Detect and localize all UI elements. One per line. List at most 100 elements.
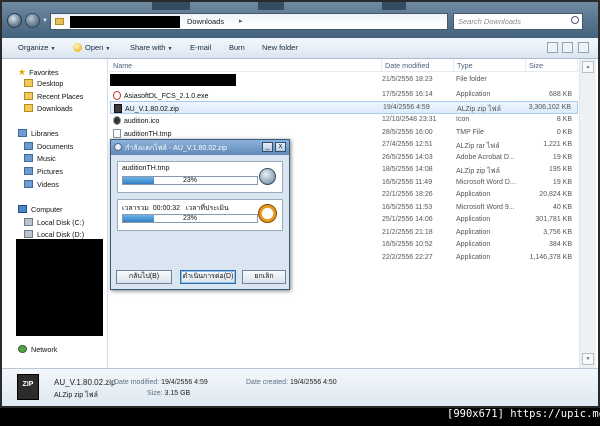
organize-button[interactable]: Organize ▼ — [18, 43, 55, 52]
row-type: Application — [456, 216, 491, 223]
column-header-date-label: Date modified — [385, 61, 430, 70]
navigation-pane: ★ Favorites Desktop Recent Places Downloa… — [2, 59, 108, 368]
column-header-size-label: Size — [529, 61, 543, 70]
nav-local-disk-c-label: Local Disk (C:) — [37, 218, 85, 227]
row-type: TMP File — [456, 128, 484, 136]
nav-network[interactable]: Network — [18, 345, 57, 354]
details-size: Size: 3.15 GB — [147, 390, 190, 397]
row-type: Microsoft Word 9... — [456, 203, 515, 211]
row-size: 301,781 KB — [535, 216, 572, 223]
vertical-scrollbar[interactable]: ▲ ▼ — [579, 59, 596, 368]
nav-music[interactable]: Music — [24, 154, 56, 163]
row-type: Application — [456, 253, 491, 261]
details-pane: ZIP AU_V.1.80.02.zip ALZip zip ไฟล์ Date… — [2, 368, 598, 406]
column-header-type[interactable]: Type — [454, 59, 526, 71]
row-type: Application — [456, 90, 491, 98]
row-type: Application — [456, 241, 491, 248]
nav-music-label: Music — [37, 154, 56, 163]
nav-desktop[interactable]: Desktop — [24, 79, 63, 88]
table-row[interactable]: auditionTH.tmp 28/5/2556 16:00 TMP File … — [110, 127, 578, 140]
zip-file-icon — [114, 104, 122, 113]
row-date: 16/5/2556 11:53 — [382, 203, 433, 211]
forward-button[interactable] — [25, 13, 40, 28]
preview-pane-icon[interactable] — [562, 42, 573, 53]
row-name: audition.ico — [113, 116, 159, 125]
music-icon — [24, 154, 33, 162]
organize-label: Organize — [18, 43, 49, 52]
row-size: 688 KB — [549, 90, 572, 98]
table-row[interactable]: audition.ico 12/10/2548 23:31 Icon 8 KB — [110, 114, 578, 127]
row-date: 19/4/2556 4:59 — [383, 104, 430, 111]
chevron-down-icon: ▼ — [105, 46, 111, 52]
address-path-box[interactable]: Downloads ▸ — [50, 13, 448, 30]
nav-network-label: Network — [31, 345, 58, 354]
column-header-date[interactable]: Date modified — [382, 59, 454, 71]
row-size: 384 KB — [549, 241, 572, 248]
back-dialog-button[interactable]: กลับไป(B) — [116, 270, 172, 284]
dialog-title-bar[interactable]: กำลังแตกไฟล์ - AU_V.1.80.02.zip _ x — [111, 140, 289, 155]
details-size-value: 3.15 GB — [164, 390, 191, 397]
breadcrumb-downloads[interactable]: Downloads — [187, 17, 224, 26]
scroll-up-icon[interactable]: ▲ — [582, 61, 594, 73]
details-created-label: Date created: — [246, 379, 289, 386]
nav-local-disk-c[interactable]: Local Disk (C:) — [24, 218, 84, 227]
row-size: 1,146,378 KB — [529, 253, 572, 261]
row-size: 20,824 KB — [539, 191, 572, 198]
table-row-selected[interactable]: AU_V.1.80.02.zip 19/4/2556 4:59 ALZip zi… — [110, 101, 578, 114]
cancel-button[interactable]: ยกเลิก — [242, 270, 286, 284]
close-button[interactable]: x — [275, 142, 286, 152]
row-size: 19 KB — [552, 153, 572, 161]
table-row[interactable]: AsiasoftDL_FCS_2.1.0.exe 17/5/2556 16:14… — [110, 89, 578, 102]
star-icon: ★ — [18, 67, 27, 77]
chevron-right-icon[interactable]: ▸ — [239, 17, 243, 25]
email-button[interactable]: E-mail — [190, 43, 211, 52]
path-redaction — [70, 16, 180, 28]
nav-videos[interactable]: Videos — [24, 180, 59, 189]
image-size-watermark: [990x671] https://upic.me/ — [447, 408, 600, 420]
total-progress-percent: 23% — [182, 215, 197, 222]
back-button[interactable] — [7, 13, 22, 28]
network-icon — [18, 345, 27, 353]
nav-local-disk-d[interactable]: Local Disk (D:) — [24, 230, 84, 239]
minimize-button[interactable]: _ — [262, 142, 273, 152]
search-input[interactable]: Search Downloads — [453, 13, 583, 30]
scroll-down-icon[interactable]: ▼ — [582, 353, 594, 365]
row-date: 21/2/2556 21:18 — [382, 228, 433, 236]
row-name: AsiasoftDL_FCS_2.1.0.exe — [113, 90, 208, 100]
view-options-icon[interactable] — [547, 42, 558, 53]
row-type: Microsoft Word D... — [456, 178, 516, 186]
nav-local-disk-d-label: Local Disk (D:) — [37, 230, 85, 239]
new-folder-button[interactable]: New folder — [262, 43, 298, 52]
nav-computer[interactable]: Computer — [18, 205, 63, 214]
row-date: 21/5/2556 18:23 — [382, 76, 433, 83]
row-date: 18/5/2556 14:08 — [382, 166, 433, 173]
help-icon[interactable] — [578, 42, 589, 53]
nav-pictures[interactable]: Pictures — [24, 167, 63, 176]
column-header-name[interactable]: Name — [110, 59, 382, 71]
nav-libraries[interactable]: Libraries — [18, 129, 59, 138]
remaining-label: เวลาที่ประเมิน — [185, 205, 229, 212]
recent-places-icon — [24, 92, 33, 100]
row-date: 27/4/2556 12:51 — [382, 141, 433, 148]
file-progress-bar: 23% — [122, 176, 258, 185]
nav-favorites[interactable]: ★ Favorites — [18, 67, 59, 78]
burn-button[interactable]: Burn — [229, 43, 245, 52]
row-date: 16/5/2556 10:52 — [382, 241, 433, 248]
continue-button[interactable]: ดำเนินการต่อ(D) — [180, 270, 236, 284]
share-with-button[interactable]: Share with ▼ — [130, 43, 172, 52]
open-icon — [73, 43, 82, 52]
open-button[interactable]: Open ▼ — [73, 43, 110, 52]
recent-pages-chevron-icon[interactable]: ▼ — [42, 18, 48, 24]
table-row[interactable]: 21/5/2556 18:23 File folder — [110, 74, 578, 87]
computer-icon — [18, 205, 27, 213]
row-type: Adobe Acrobat D... — [456, 153, 515, 161]
column-header-size[interactable]: Size — [526, 59, 578, 71]
downloads-folder-icon — [24, 104, 33, 112]
nav-downloads-label: Downloads — [37, 104, 73, 113]
nav-recent-places[interactable]: Recent Places — [24, 92, 83, 101]
nav-downloads[interactable]: Downloads — [24, 104, 73, 113]
nav-documents[interactable]: Documents — [24, 142, 73, 151]
row-size: 1,221 KB — [543, 141, 572, 148]
zip-file-large-icon: ZIP — [17, 374, 39, 400]
title-redaction — [152, 2, 190, 10]
